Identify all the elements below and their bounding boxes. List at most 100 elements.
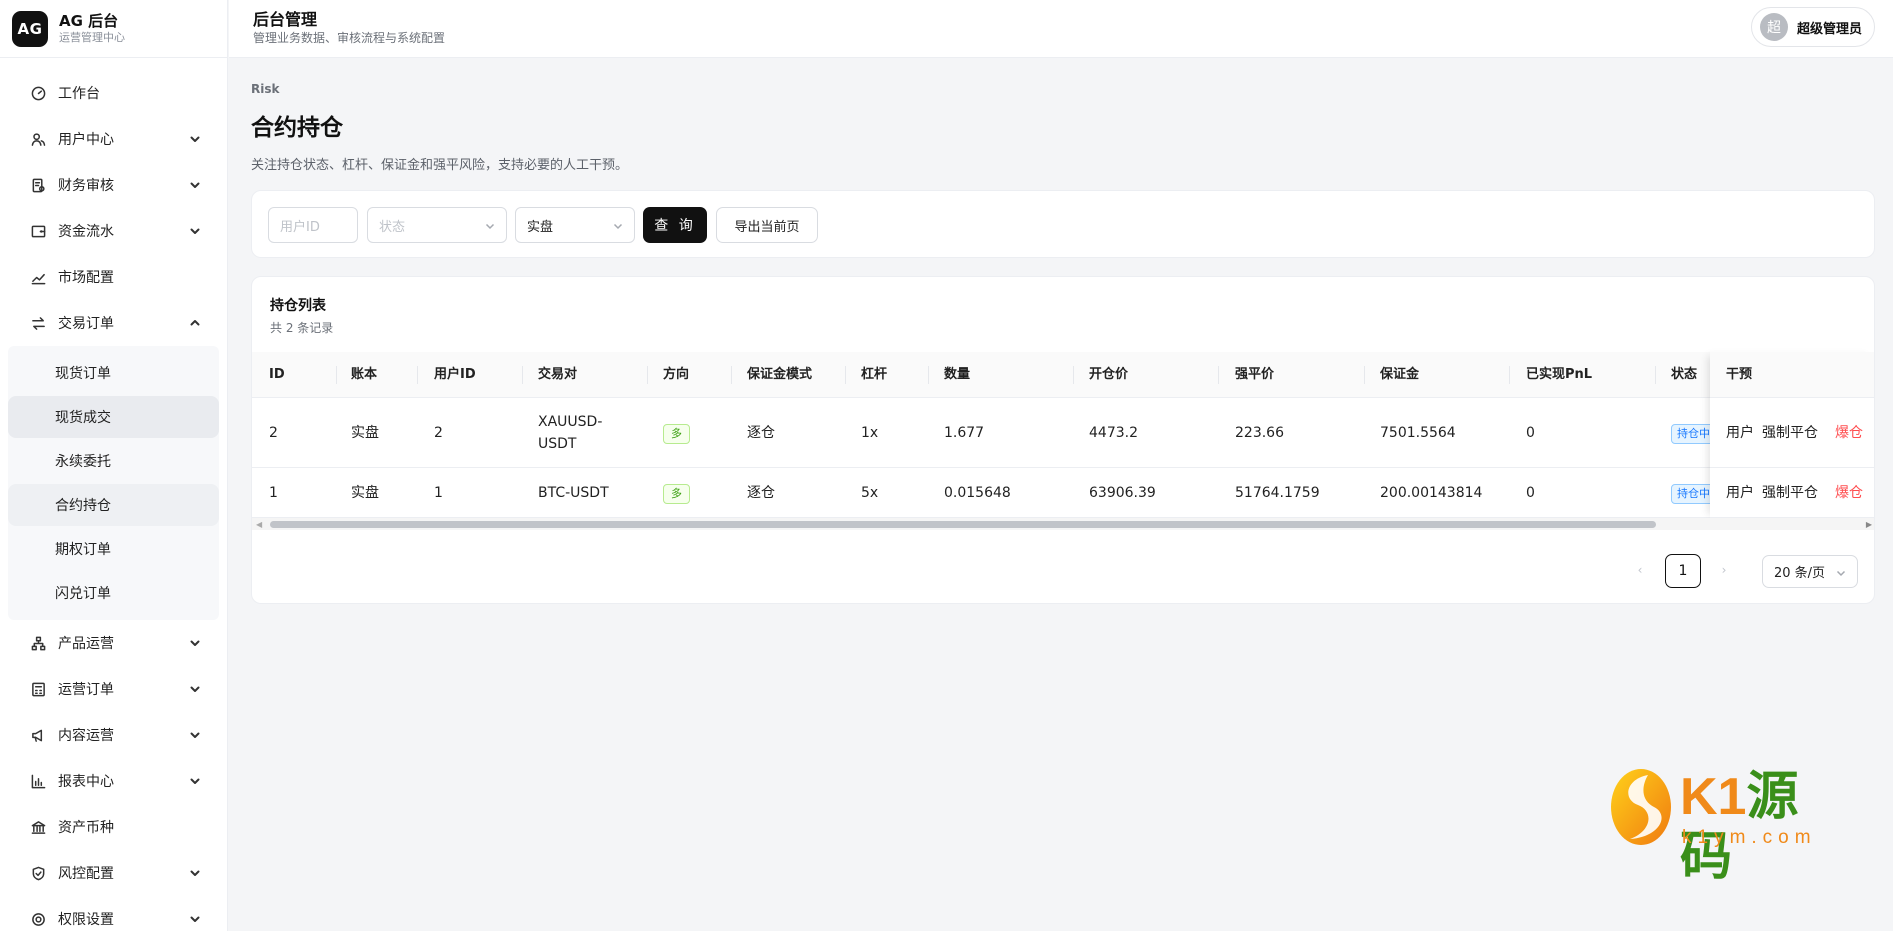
cell-leverage: 1x: [861, 425, 879, 441]
liquidate-link[interactable]: 爆仓: [1835, 422, 1863, 444]
cell-margin: 200.00143814: [1380, 485, 1483, 501]
sidebar-item-trade-orders[interactable]: 交易订单: [0, 300, 227, 346]
record-count: 共 2 条记录: [270, 321, 334, 335]
header-subtitle: 管理业务数据、审核流程与系统配置: [253, 31, 446, 45]
horizontal-scrollbar[interactable]: ◀ ▶: [252, 518, 1874, 530]
chevron-down-icon: [1836, 567, 1846, 577]
sidebar-item-label: 财务审核: [58, 178, 114, 194]
liquidate-link[interactable]: 爆仓: [1835, 482, 1863, 504]
sidebar-item-risk-config[interactable]: 风控配置: [0, 850, 227, 896]
cell-user-id: 2: [434, 425, 443, 441]
sidebar-item-asset-currency[interactable]: 资产币种: [0, 804, 227, 850]
table-row: 2 实盘 2 XAUUSD- USDT 多 逐仓 1x 1.677 4473.2…: [252, 398, 1874, 468]
cell-pair-line2: USDT: [538, 436, 577, 452]
cell-realized-pnl: 0: [1526, 425, 1535, 441]
force-close-link[interactable]: 强制平仓: [1762, 422, 1818, 444]
sub-item-spot-orders[interactable]: 现货订单: [8, 352, 219, 394]
sub-item-spot-trades[interactable]: 现货成交: [8, 396, 219, 438]
page-title: 合约持仓: [251, 115, 343, 141]
col-header: 已实现PnL: [1526, 367, 1593, 382]
user-id-placeholder: 用户ID: [280, 219, 320, 235]
view-user-link[interactable]: 用户: [1726, 482, 1754, 504]
status-select[interactable]: 状态: [367, 207, 507, 243]
sidebar-item-reports[interactable]: 报表中心: [0, 758, 227, 804]
chevron-down-icon: [613, 220, 623, 230]
chevron-down-icon: [189, 775, 201, 787]
sidebar-item-label: 产品运营: [58, 636, 114, 652]
sidebar-item-permissions[interactable]: 权限设置: [0, 896, 227, 931]
chevron-down-icon: [189, 179, 201, 191]
user-name: 超级管理员: [1796, 21, 1862, 37]
page-1-button[interactable]: 1: [1665, 554, 1701, 588]
status-placeholder: 状态: [379, 219, 406, 235]
sidebar-item-market-config[interactable]: 市场配置: [0, 254, 227, 300]
query-button[interactable]: 查 询: [643, 207, 707, 243]
sidebar-item-ops-orders[interactable]: 运营订单: [0, 666, 227, 712]
sub-item-perp-orders[interactable]: 永续委托: [8, 440, 219, 482]
bank-icon: [30, 819, 46, 835]
cell-side: 多: [663, 482, 690, 504]
sub-item-option-orders[interactable]: 期权订单: [8, 528, 219, 570]
sidebar-item-finance-audit[interactable]: 财务审核: [0, 162, 227, 208]
page-size-value: 20 条/页: [1774, 566, 1826, 581]
scrollbar-thumb[interactable]: [270, 521, 1656, 528]
chevron-down-icon: [189, 637, 201, 649]
cell-realized-pnl: 0: [1526, 485, 1535, 501]
watermark-url: k1ym.com: [1682, 827, 1817, 848]
sidebar-item-content-ops[interactable]: 内容运营: [0, 712, 227, 758]
force-close-link[interactable]: 强制平仓: [1762, 482, 1818, 504]
cell-book: 实盘: [351, 485, 379, 501]
col-header: 状态: [1671, 367, 1698, 382]
sidebar-item-product-ops[interactable]: 产品运营: [0, 620, 227, 666]
cell-id: 1: [269, 485, 278, 501]
chevron-down-icon: [189, 133, 201, 145]
cell-open-price: 63906.39: [1089, 485, 1156, 501]
avatar: 超: [1759, 13, 1788, 41]
col-header: 开仓价: [1089, 367, 1129, 382]
users-icon: [30, 131, 46, 147]
action-cell: 用户 强制平仓 爆仓: [1710, 468, 1874, 518]
sidebar-item-label: 运营订单: [58, 682, 114, 698]
brand[interactable]: AG AG 后台 运营管理中心: [0, 0, 227, 58]
sidebar-item-dashboard[interactable]: 工作台: [0, 70, 227, 116]
sidebar-item-fund-flow[interactable]: 资金流水: [0, 208, 227, 254]
watermark-swirl-icon: [1611, 769, 1671, 845]
sidebar-item-label: 风控配置: [58, 866, 114, 882]
page-size-select[interactable]: 20 条/页: [1762, 555, 1858, 588]
col-header: 交易对: [538, 367, 578, 382]
sidebar-item-label: 内容运营: [58, 728, 114, 744]
cell-book: 实盘: [351, 425, 379, 441]
scroll-right-arrow-icon[interactable]: ▶: [1866, 520, 1872, 529]
user-menu[interactable]: 超 超级管理员: [1750, 7, 1875, 47]
sub-item-contract-positions[interactable]: 合约持仓: [8, 484, 219, 526]
cell-liq-price: 223.66: [1235, 425, 1284, 441]
chevron-down-icon: [189, 913, 201, 925]
cell-pair: XAUUSD- USDT: [538, 411, 602, 455]
cell-margin-mode: 逐仓: [747, 425, 775, 441]
scroll-left-arrow-icon[interactable]: ◀: [256, 520, 262, 529]
export-button[interactable]: 导出当前页: [716, 207, 818, 243]
col-header: 保证金模式: [747, 367, 813, 382]
sidebar-item-users[interactable]: 用户中心: [0, 116, 227, 162]
cell-quantity: 1.677: [944, 425, 985, 441]
watermark-logo: K1源码 k1ym.com: [1608, 765, 1828, 886]
table-header: ID 账本 用户ID 交易对 方向 保证金模式 杠杆 数量 开仓价 强平价 保证…: [252, 352, 1874, 398]
sidebar-item-label: 资金流水: [58, 224, 114, 240]
watermark-k1: K1: [1680, 768, 1747, 826]
col-header: 用户ID: [434, 367, 476, 382]
chevron-down-icon: [485, 220, 495, 230]
account-select[interactable]: 实盘: [515, 207, 635, 243]
sidebar-menu: 工作台 用户中心 财务审核 资金流水 市场配置 交易订单 现货订单 现货成交 永…: [0, 58, 227, 931]
sidebar-item-label: 权限设置: [58, 912, 114, 928]
sidebar-item-label: 市场配置: [58, 270, 114, 286]
cell-leverage: 5x: [861, 485, 879, 501]
brand-subtitle: 运营管理中心: [59, 30, 125, 44]
cell-pair: BTC-USDT: [538, 485, 609, 501]
prev-page-button[interactable]: ‹: [1630, 560, 1650, 580]
next-page-button[interactable]: ›: [1714, 560, 1734, 580]
view-user-link[interactable]: 用户: [1726, 422, 1754, 444]
cell-open-price: 4473.2: [1089, 425, 1138, 441]
user-id-input[interactable]: 用户ID: [268, 207, 358, 243]
sub-item-swap-orders[interactable]: 闪兑订单: [8, 572, 219, 614]
cell-quantity: 0.015648: [944, 485, 1011, 501]
